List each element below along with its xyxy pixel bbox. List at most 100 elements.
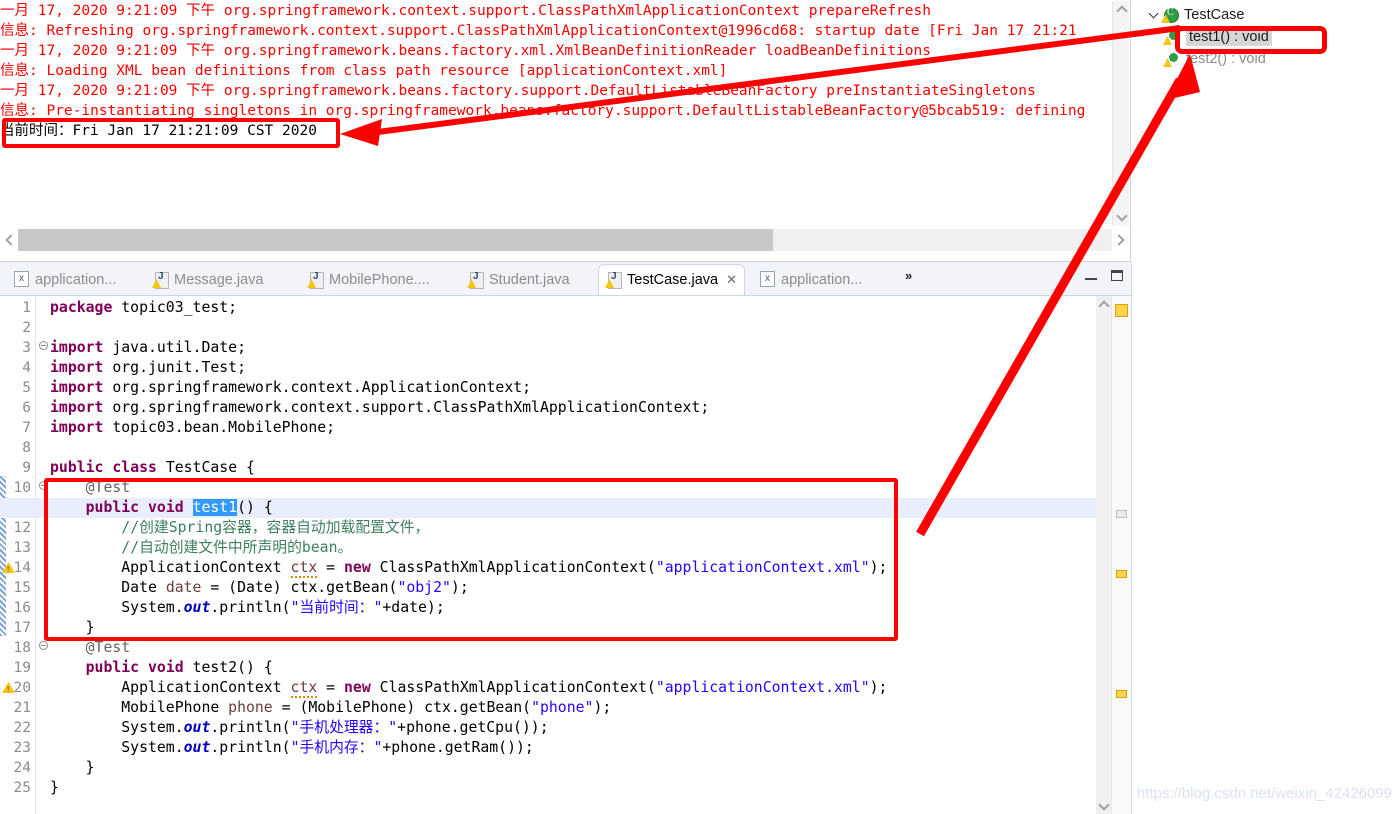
code-line[interactable]: } — [50, 778, 59, 798]
overview-marker-warning[interactable] — [1115, 304, 1128, 317]
editor-tab[interactable]: TestCase.java ✕ — [598, 264, 745, 296]
code-line[interactable]: @Test — [50, 638, 131, 658]
line-number: 15 — [13, 580, 31, 596]
console-output-text[interactable]: 一月 17, 2020 9:21:09 下午 org.springframewo… — [0, 0, 1112, 227]
java-file-icon — [307, 271, 324, 289]
code-line[interactable]: import org.springframework.context.suppo… — [50, 398, 709, 418]
right-empty-pane: https://blog.csdn.net/weixin_42426099 — [1131, 262, 1398, 814]
editor-tab-label: Message.java — [174, 272, 264, 288]
line-number: 16 — [13, 600, 31, 616]
overview-marker-warning[interactable] — [1116, 570, 1127, 578]
java-file-icon — [152, 271, 169, 289]
editor-tab[interactable]: Student.java — [460, 265, 578, 295]
tree-item-label: test1() : void — [1186, 28, 1272, 46]
editor-tab-label: Student.java — [489, 272, 570, 288]
line-number: 8 — [22, 440, 31, 456]
console-vertical-scrollbar[interactable] — [1112, 1, 1129, 226]
test-class-icon — [1161, 7, 1179, 23]
code-line[interactable]: import topic03.bean.MobilePhone; — [50, 418, 335, 438]
fold-collapse-icon[interactable] — [37, 638, 49, 658]
eclipse-ide-screenshot: 一月 17, 2020 9:21:09 下午 org.springframewo… — [0, 0, 1398, 814]
console-line: 信息: Refreshing org.springframework.conte… — [0, 23, 1077, 39]
code-line[interactable]: Date date = (Date) ctx.getBean("obj2"); — [50, 578, 468, 598]
editor-vertical-scrollbar[interactable] — [1096, 296, 1111, 814]
code-line[interactable]: import org.junit.Test; — [50, 358, 246, 378]
code-line[interactable]: public void test1() { — [50, 498, 273, 518]
chevron-down-icon[interactable] — [1145, 8, 1161, 19]
tree-item-label: TestCase — [1184, 7, 1245, 23]
chevron-down-icon[interactable] — [1113, 209, 1130, 226]
line-number: 12 — [13, 520, 31, 536]
line-number: 6 — [22, 400, 31, 416]
chevron-down-icon[interactable] — [1096, 798, 1111, 814]
editor-tab-label: application... — [781, 272, 863, 288]
code-line[interactable]: System.out.println("当前时间："+date); — [50, 598, 444, 618]
editor-tab[interactable]: application... — [752, 265, 870, 295]
code-line[interactable]: import java.util.Date; — [50, 338, 246, 358]
code-line[interactable]: ApplicationContext ctx = new ClassPathXm… — [50, 558, 887, 578]
tree-item-test1[interactable]: test1() : void — [1139, 26, 1398, 48]
editor-tab-bar: application... TestCase.java ✕ Student.java… — [0, 262, 1131, 296]
code-line[interactable]: package topic03_test; — [50, 298, 237, 318]
editor-tab[interactable]: MobilePhone.... — [300, 265, 438, 295]
code-line[interactable]: import org.springframework.context.Appli… — [50, 378, 531, 398]
overview-marker-occurrence[interactable] — [1116, 510, 1127, 518]
chevrons-right-icon[interactable]: » — [905, 268, 912, 283]
tree-item-test2[interactable]: test2() : void — [1139, 48, 1398, 70]
code-line[interactable]: } — [50, 618, 95, 638]
line-number: 19 — [13, 660, 31, 676]
console-line: 信息: Pre-instantiating singletons in org.… — [0, 103, 1086, 119]
editor-tab[interactable]: application... — [6, 265, 124, 295]
editor-overview-ruler[interactable] — [1111, 296, 1131, 814]
code-line[interactable]: //创建Spring容器，容器自动加载配置文件， — [50, 518, 429, 538]
overview-marker-warning[interactable] — [1116, 690, 1127, 698]
chevron-up-icon[interactable] — [1096, 296, 1111, 312]
java-file-icon — [467, 271, 484, 289]
line-number: 3 — [22, 340, 31, 356]
code-line[interactable]: System.out.println("手机内存："+phone.getRam(… — [50, 738, 534, 758]
line-number: 21 — [13, 700, 31, 716]
xml-file-icon — [14, 271, 30, 288]
fold-collapse-icon[interactable] — [37, 478, 49, 498]
code-line[interactable]: @Test — [50, 478, 131, 498]
editor-area: application... TestCase.java ✕ Student.java… — [0, 262, 1131, 814]
line-number: 1 — [22, 300, 31, 316]
tree-item-testcase[interactable]: TestCase — [1139, 4, 1398, 26]
console-line: 当前时间：Fri Jan 17 21:21:09 CST 2020 — [0, 123, 317, 139]
line-number: 7 — [22, 420, 31, 436]
code-line[interactable]: System.out.println("手机处理器："+phone.getCpu… — [50, 718, 548, 738]
line-number: 25 — [13, 780, 31, 796]
watermark-text: https://blog.csdn.net/weixin_42426099 — [1136, 785, 1392, 802]
line-number: 2 — [22, 320, 31, 336]
close-icon[interactable]: ✕ — [726, 272, 737, 288]
line-number: 5 — [22, 380, 31, 396]
chevron-right-icon[interactable] — [1112, 229, 1129, 251]
code-lines[interactable]: package topic03_test;import java.util.Da… — [0, 296, 1131, 814]
line-number-gutter[interactable]: 1234567891011121314!151617181920!2122232… — [0, 296, 36, 814]
warning-marker-icon[interactable]: ! — [2, 680, 16, 694]
warning-marker-icon[interactable]: ! — [2, 560, 16, 574]
code-line[interactable]: public void test2() { — [50, 658, 273, 678]
code-editor[interactable]: 1234567891011121314!151617181920!2122232… — [0, 296, 1131, 814]
console-horizontal-scrollbar[interactable] — [1, 229, 1129, 251]
code-line[interactable]: ApplicationContext ctx = new ClassPathXm… — [50, 678, 887, 698]
editor-tab-label: MobilePhone.... — [329, 272, 430, 288]
editor-tab[interactable]: Message.java — [145, 265, 271, 295]
console-line: 一月 17, 2020 9:21:09 下午 org.springframewo… — [0, 43, 931, 59]
code-line[interactable]: MobilePhone phone = (MobilePhone) ctx.ge… — [50, 698, 611, 718]
line-number: 17 — [13, 620, 31, 636]
chevron-left-icon[interactable] — [1, 229, 18, 251]
fold-collapse-icon[interactable] — [37, 338, 49, 358]
maximize-icon[interactable] — [1111, 270, 1123, 281]
code-line[interactable]: } — [50, 758, 95, 778]
chevron-up-icon[interactable] — [1113, 1, 1130, 18]
code-line[interactable]: public class TestCase { — [50, 458, 255, 478]
java-file-icon — [605, 271, 622, 289]
code-line[interactable]: //自动创建文件中所声明的bean。 — [50, 538, 352, 558]
line-number: 22 — [13, 720, 31, 736]
line-number: 18 — [13, 640, 31, 656]
line-number: 10 — [13, 480, 31, 496]
minimize-icon[interactable] — [1085, 278, 1097, 280]
line-number: 4 — [22, 360, 31, 376]
scroll-thumb[interactable] — [18, 229, 773, 251]
